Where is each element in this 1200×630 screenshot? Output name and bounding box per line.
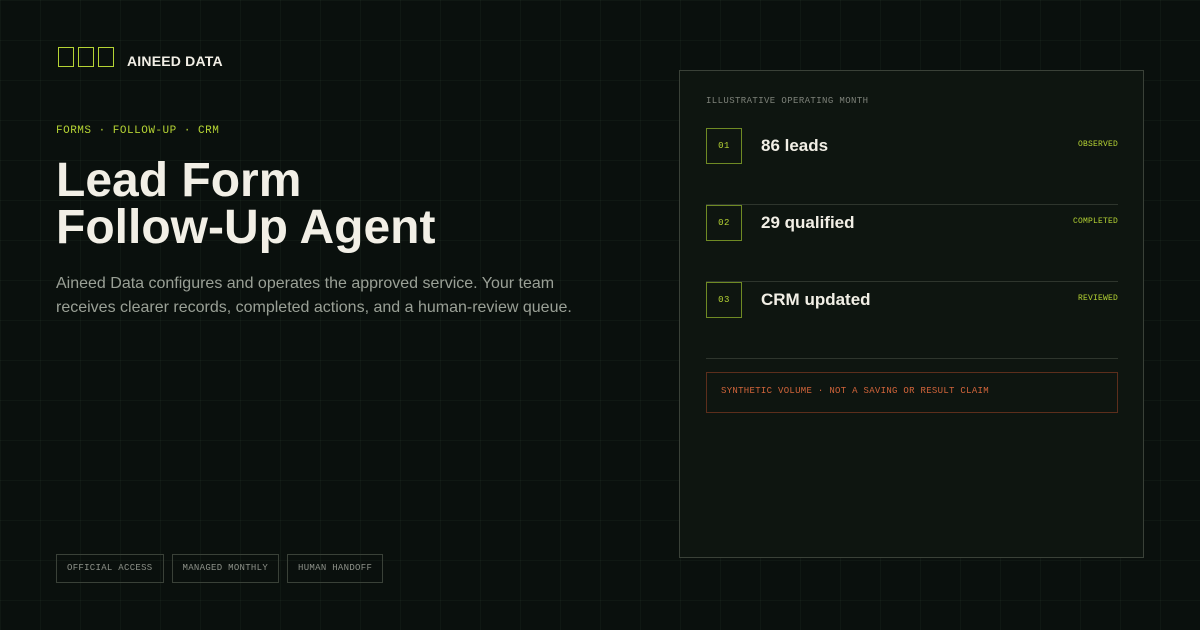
metric-row: 02 29 qualified COMPLETED [706,205,1118,282]
brand-name: AINEED DATA [127,53,223,69]
tag-managed-monthly: MANAGED MONTHLY [171,554,280,583]
operating-month-panel: ILLUSTRATIVE OPERATING MONTH 01 86 leads… [679,70,1144,558]
disclaimer-notice: SYNTHETIC VOLUME · NOT A SAVING OR RESUL… [706,372,1118,413]
title-line-2: Follow-Up Agent [56,201,436,254]
step-number: 03 [706,282,742,318]
tag-human-handoff: HUMAN HANDOFF [287,554,384,583]
step-number: 01 [706,128,742,164]
metric-row: 03 CRM updated REVIEWED [706,282,1118,359]
description: Aineed Data configures and operates the … [56,275,572,316]
tag-official-access: OFFICIAL ACCESS [56,554,164,583]
logo-icon [58,46,114,67]
metric-label: 86 leads [761,136,829,155]
brand: AINEED DATA [58,44,223,69]
status-badge: OBSERVED [1077,140,1118,149]
status-badge: COMPLETED [1072,217,1118,226]
metric-label: 29 qualified [761,213,855,232]
step-number: 02 [706,205,742,241]
status-badge: REVIEWED [1077,294,1118,303]
panel-label: ILLUSTRATIVE OPERATING MONTH [706,96,869,106]
title-line-1: Lead Form [56,154,302,207]
page-title: Lead Form Follow-Up Agent [56,154,656,254]
metric-row: 01 86 leads OBSERVED [706,128,1118,205]
metric-label: CRM updated [761,290,871,309]
tag-list: OFFICIAL ACCESS MANAGED MONTHLY HUMAN HA… [56,554,384,583]
eyebrow: FORMS · FOLLOW-UP · CRM [56,125,220,137]
